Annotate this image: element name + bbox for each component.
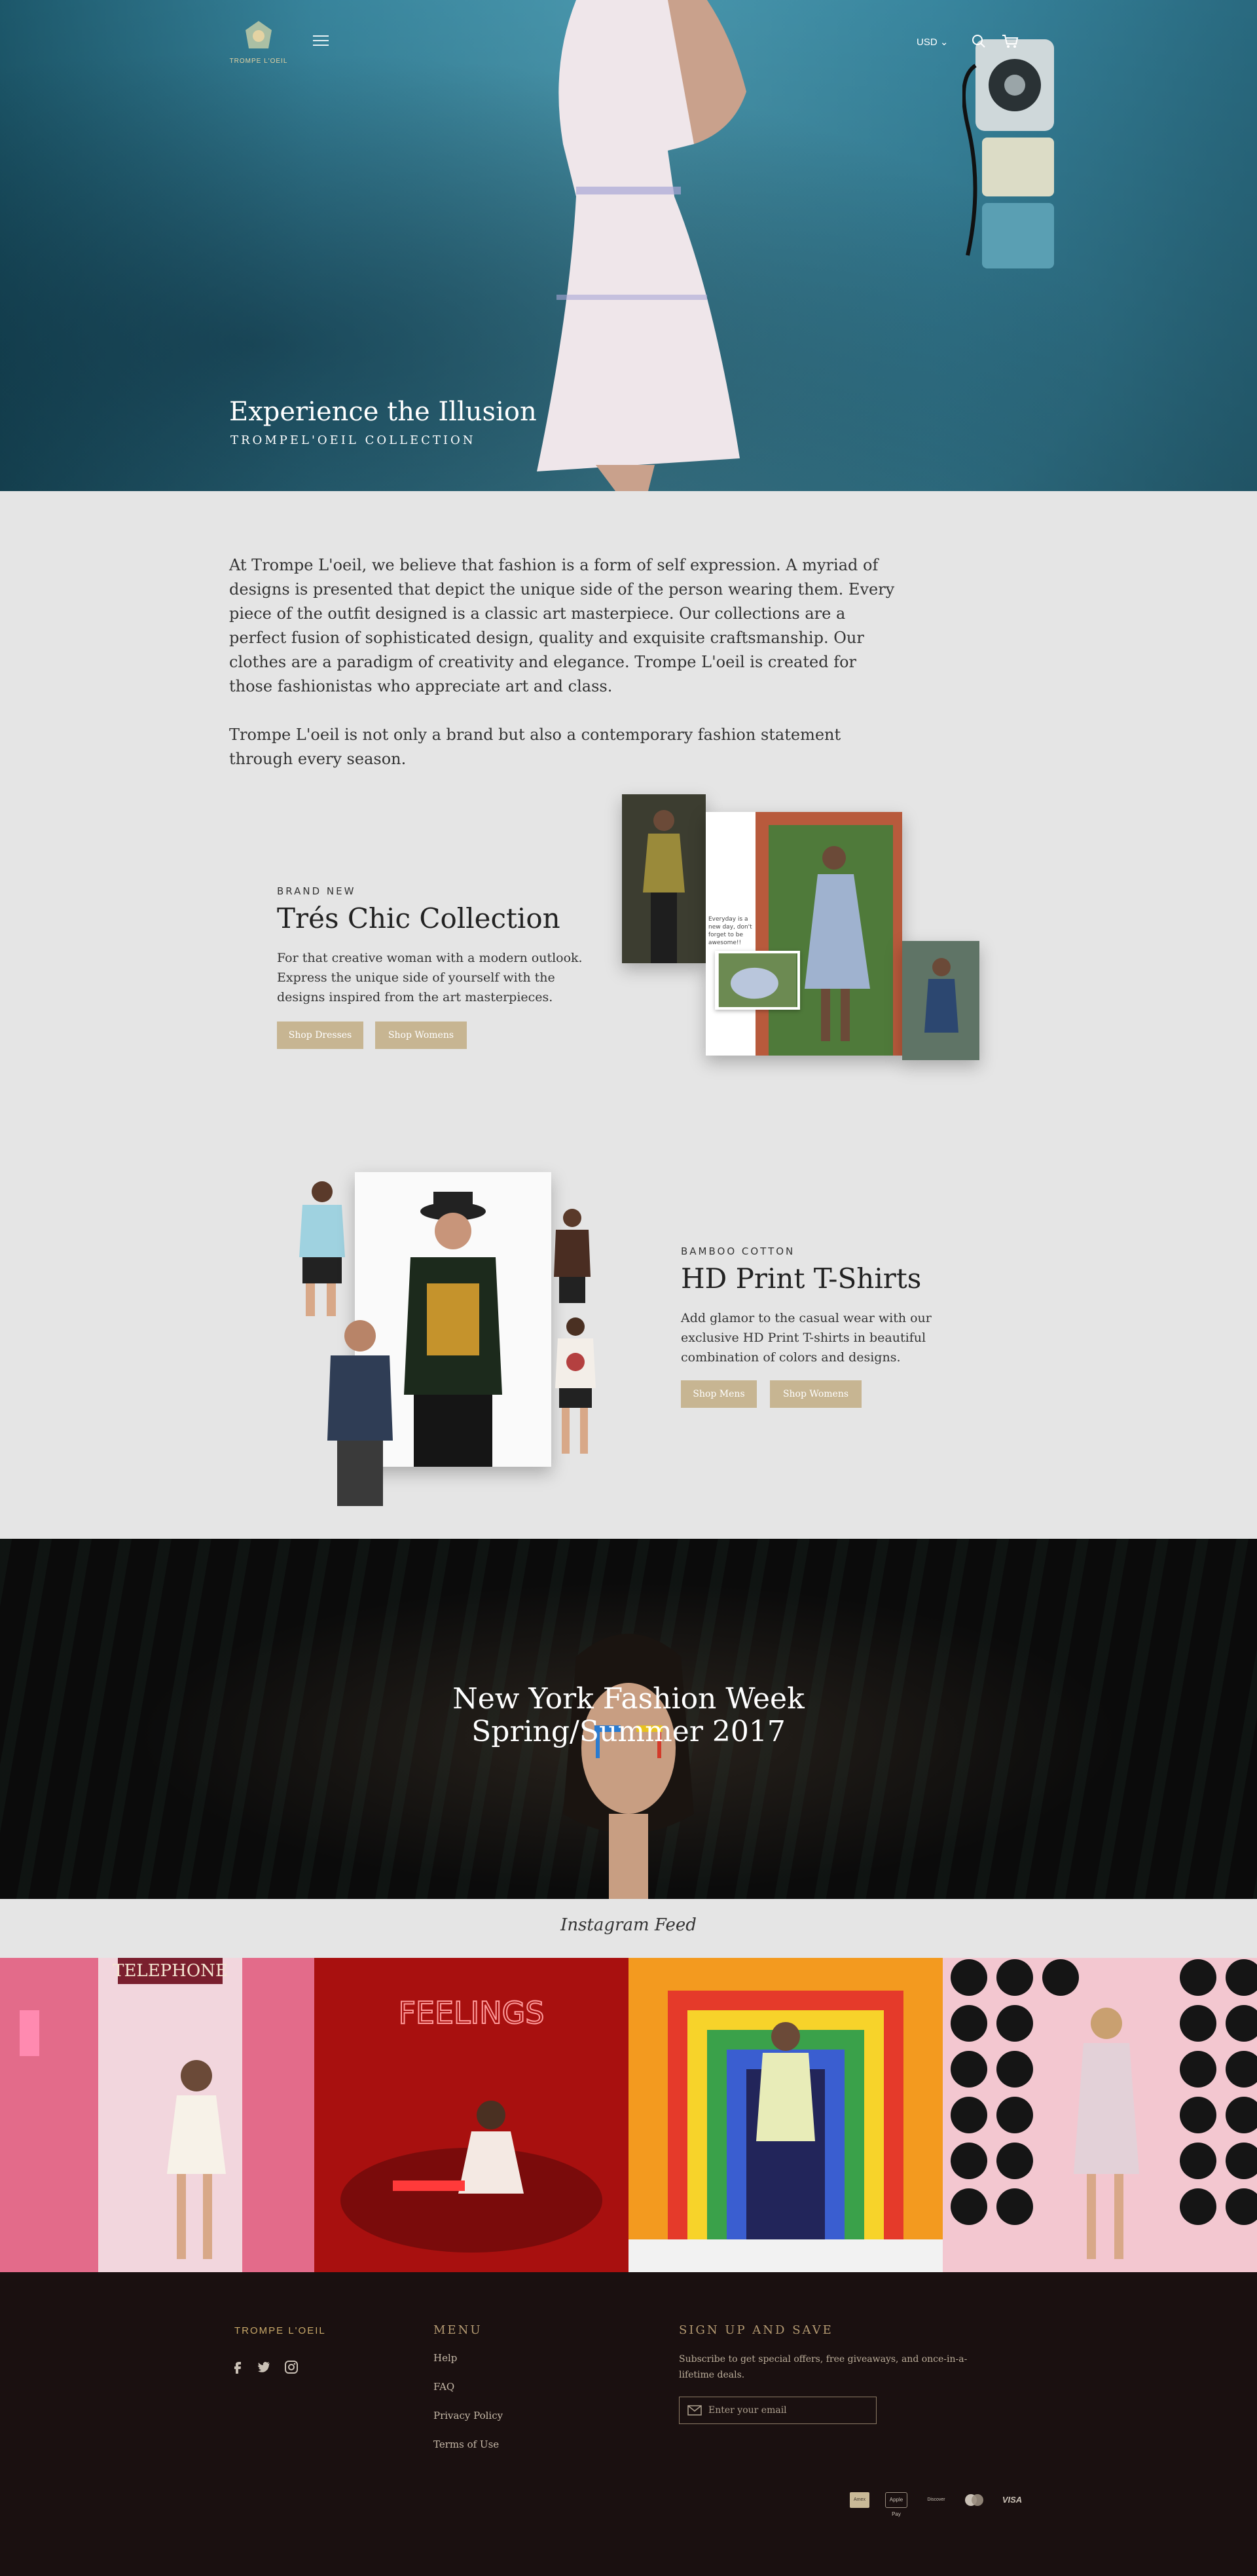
amex-icon: Amex: [850, 2492, 869, 2508]
instagram-post-2[interactable]: FEELINGS: [314, 1958, 628, 2272]
intro-paragraph-2: Trompe L'oeil is not only a brand but al…: [229, 726, 841, 768]
chevron-down-icon: ⌄: [939, 37, 949, 48]
facebook-icon[interactable]: [230, 2360, 245, 2374]
instagram-image-2: FEELINGS: [314, 1958, 628, 2272]
footer-link-faq[interactable]: FAQ: [433, 2381, 454, 2393]
tshirt-photo-woman-2: [555, 1317, 596, 1454]
signup-text: Subscribe to get special offers, free gi…: [679, 2354, 968, 2380]
shop-womens-tshirts-button[interactable]: Shop Womens: [770, 1380, 862, 1408]
chic-photo-card: Everyday is a new day, don't forget to b…: [706, 812, 902, 1056]
chic-card-note: Everyday is a new day, don't forget to b…: [708, 916, 752, 946]
visa-icon: VISA: [1002, 2495, 1023, 2505]
payphone-image: [962, 39, 1054, 268]
tshirts-title: HD Print T-Shirts: [681, 1262, 922, 1295]
intro-text: At Trompe L'oeil, we believe that fashio…: [229, 553, 903, 796]
footer-link-privacy[interactable]: Privacy Policy: [433, 2410, 503, 2421]
chic-photo-inset: [715, 951, 800, 1010]
apple-pay-icon: Apple Pay: [885, 2492, 907, 2517]
mastercard-icon: [965, 2494, 983, 2506]
logo-emblem-icon: [246, 21, 272, 48]
shop-dresses-button[interactable]: Shop Dresses: [277, 1021, 363, 1049]
hero-banner: TROMPE L'OEIL USD ⌄ Experience the Illus…: [0, 0, 1257, 491]
instagram-post-3[interactable]: [628, 1958, 943, 2272]
chic-photo-right: [902, 941, 979, 1060]
instagram-feed-title: Instagram Feed: [560, 1915, 697, 1935]
footer: [0, 2272, 1257, 2576]
instagram-icon[interactable]: [284, 2360, 299, 2374]
fashion-week-model-image: [563, 1634, 694, 1899]
instagram-image-4: [943, 1958, 1257, 2272]
telephone-sign-text: TELEPHONE: [113, 1961, 228, 1981]
instagram-image-3: [628, 1958, 943, 2272]
tshirt-photo-man-2: [327, 1320, 393, 1506]
chic-eyebrow: BRAND NEW: [277, 885, 356, 897]
hero-subtitle: TROMPEL'OEIL COLLECTION: [230, 433, 476, 447]
instagram-image-1: TELEPHONE: [0, 1958, 314, 2272]
footer-link-help[interactable]: Help: [433, 2352, 457, 2364]
fashion-week-line-1: New York Fashion Week: [452, 1682, 805, 1716]
cart-icon[interactable]: [1002, 34, 1019, 48]
intro-paragraph-1: At Trompe L'oeil, we believe that fashio…: [229, 556, 895, 695]
instagram-post-1[interactable]: TELEPHONE: [0, 1958, 314, 2272]
email-field-wrapper: [679, 2397, 877, 2424]
mail-icon: [687, 2405, 702, 2416]
currency-label: USD: [917, 37, 938, 48]
chic-title: Trés Chic Collection: [277, 902, 560, 934]
tshirt-photo-man-3: [554, 1209, 591, 1303]
hero-title: Experience the Illusion: [229, 397, 537, 427]
twitter-icon[interactable]: [257, 2360, 271, 2374]
currency-selector[interactable]: USD ⌄: [917, 36, 948, 48]
chic-description: For that creative woman with a modern ou…: [277, 951, 583, 1004]
fashion-week-title: New York Fashion Week Spring/Summer 2017: [0, 1683, 1257, 1748]
footer-link-terms[interactable]: Terms of Use: [433, 2438, 499, 2450]
tshirt-photo-woman-1: [286, 1172, 357, 1323]
menu-icon[interactable]: [313, 35, 329, 47]
signup-heading: SIGN UP AND SAVE: [679, 2323, 833, 2337]
feelings-sign-text: FEELINGS: [398, 1995, 544, 2031]
shop-mens-button[interactable]: Shop Mens: [681, 1380, 757, 1408]
footer-brand[interactable]: TROMPE L'OEIL: [234, 2325, 326, 2336]
footer-menu-heading: MENU: [433, 2323, 483, 2337]
logo-text: TROMPE L'OEIL: [229, 58, 288, 65]
email-field[interactable]: [708, 2397, 872, 2423]
chic-photo-main: [756, 812, 902, 1056]
tshirts-eyebrow: BAMBOO COTTON: [681, 1245, 795, 1257]
shop-womens-button[interactable]: Shop Womens: [375, 1021, 467, 1049]
chic-photo-left: [622, 794, 706, 963]
instagram-post-4[interactable]: [943, 1958, 1257, 2272]
discover-icon: Discover: [927, 2497, 945, 2502]
brand-logo[interactable]: TROMPE L'OEIL: [229, 20, 288, 72]
fashion-week-line-2: Spring/Summer 2017: [471, 1715, 786, 1748]
tshirts-description: Add glamor to the casual wear with our e…: [681, 1311, 932, 1365]
search-icon[interactable]: [972, 34, 986, 48]
